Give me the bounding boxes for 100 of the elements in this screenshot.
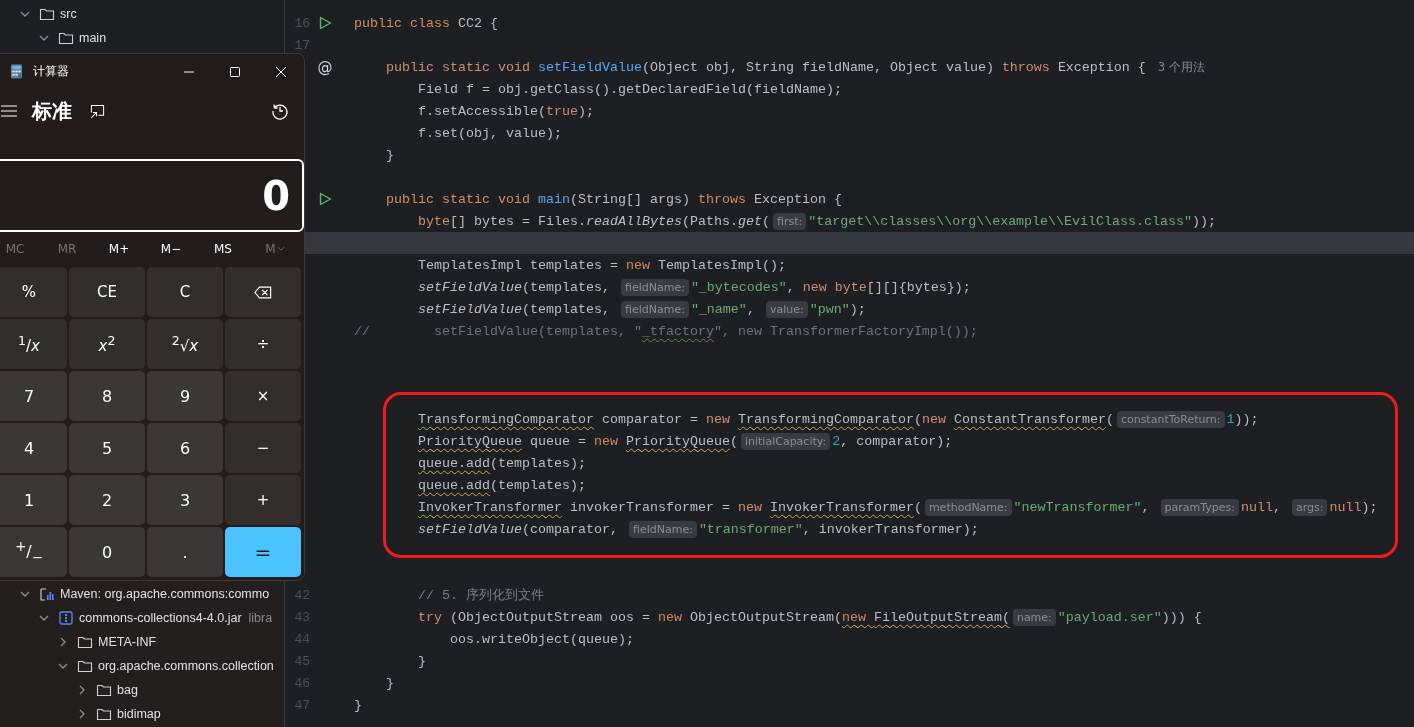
key-button[interactable]: 7 (0, 371, 67, 421)
usage-hint[interactable]: 3 个用法 (1157, 59, 1205, 75)
code-text: public static void setFieldValue(Object obj, String fieldName, Object value) throws Exception { (385, 59, 1146, 75)
parameter-hint: initialCapacity: (740, 432, 831, 450)
code-text: } (385, 147, 394, 163)
chevron-icon[interactable] (77, 709, 87, 719)
key-button[interactable]: $^{2}$√x (147, 319, 223, 369)
tree-label: src (60, 7, 77, 21)
key-button[interactable]: 8 (69, 371, 145, 421)
key-button[interactable]: ÷ (225, 319, 301, 369)
key-button[interactable]: 1 (0, 475, 67, 525)
key-button[interactable]: $^{1}$/x (0, 319, 67, 369)
code-text: "newTransformer", (1013, 499, 1151, 515)
code-text: "pwn"); (809, 301, 866, 317)
folder-icon (77, 634, 93, 650)
code-text: byte[] bytes = Files.readAllBytes(Paths.get( (417, 213, 770, 229)
key-button[interactable]: 0 (69, 527, 145, 577)
folder-icon (96, 682, 112, 698)
chevron-icon[interactable] (58, 637, 68, 647)
key-button[interactable]: C (147, 267, 223, 317)
code-text: f.setAccessible(true); (417, 103, 594, 119)
parameter-hint: methodName: (924, 498, 1012, 516)
code-text: queue.add(templates); (417, 477, 586, 493)
tree-label: bidimap (117, 707, 161, 721)
code-text: null, (1240, 499, 1282, 515)
code-text: // 5. 序列化到文件 (417, 587, 544, 604)
code-text: } (385, 675, 394, 691)
history-icon[interactable] (271, 102, 289, 120)
keep-on-top-icon[interactable] (90, 103, 105, 119)
tree-item[interactable]: bidimap (0, 702, 284, 726)
code-text: queue.add(templates); (417, 455, 586, 471)
tree-label: Maven: org.apache.commons:commo (60, 587, 270, 601)
gutter-mark[interactable]: @ (317, 58, 333, 76)
parameter-hint: constantToReturn: (1116, 410, 1225, 428)
key-button[interactable]: + (225, 475, 301, 525)
code-text: "_name", (690, 301, 756, 317)
parameter-hint: name: (1012, 608, 1056, 626)
memory-button[interactable]: MS (197, 241, 249, 256)
key-button[interactable]: % (0, 267, 67, 317)
key-button[interactable]: 4 (0, 423, 67, 473)
code-text: public class CC2 { (354, 15, 498, 31)
key-button[interactable]: 6 (147, 423, 223, 473)
chevron-icon[interactable] (77, 685, 87, 695)
parameter-hint: args: (1291, 498, 1328, 516)
tree-label: bag (117, 683, 138, 697)
key-button[interactable]: $^{+}$/$_{−}$ (0, 527, 67, 577)
tree-label: META-INF (98, 635, 157, 649)
key-button[interactable]: 2 (69, 475, 145, 525)
key-button[interactable]: . (147, 527, 223, 577)
chevron-icon[interactable] (58, 661, 68, 671)
parameter-hint: fieldName: (628, 520, 697, 538)
code-text: InvokerTransformer invokerTransformer = new InvokerTransformer( (417, 499, 922, 515)
key-button[interactable]: − (225, 423, 301, 473)
memory-button[interactable]: M− (145, 241, 197, 256)
tree-item[interactable]: org.apache.commons.collection (0, 654, 284, 678)
tree-item[interactable]: main (0, 26, 284, 50)
key-button[interactable]: CE (69, 267, 145, 317)
tree-item[interactable]: bag (0, 678, 284, 702)
key-button[interactable]: 9 (147, 371, 223, 421)
chevron-icon[interactable] (39, 33, 49, 43)
key-button[interactable]: x$^{2}$ (69, 319, 145, 369)
code-text: } (417, 653, 426, 669)
code-text: public static void main(String[] args) throws Exception { (385, 191, 842, 207)
tree-item[interactable]: META-INF (0, 630, 284, 654)
code-text: 1)); (1226, 411, 1259, 427)
code-text: "transformer", invokerTransformer); (698, 521, 979, 537)
code-text: } (354, 697, 362, 713)
chevron-icon[interactable] (20, 9, 30, 19)
chevron-icon[interactable] (20, 589, 30, 599)
mode-title: 标准 (32, 97, 72, 125)
code-text: oos.writeObject(queue); (449, 631, 634, 647)
key-button[interactable]: 5 (69, 423, 145, 473)
code-text: f.set(obj, value); (417, 125, 562, 141)
run-icon[interactable] (318, 192, 332, 206)
folder-icon (96, 706, 112, 722)
parameter-hint: paramTypes: (1160, 498, 1239, 516)
code-text: setFieldValue(templates, (417, 279, 611, 295)
tree-item[interactable]: src (0, 2, 284, 26)
run-icon[interactable] (318, 16, 332, 30)
maximize-icon (229, 65, 241, 78)
folder-icon (77, 658, 93, 674)
tree-note: libra (248, 611, 273, 625)
memory-button[interactable]: M+ (93, 241, 145, 256)
tree-item[interactable]: commons-collections4-4.0.jar libra (0, 606, 284, 630)
code-text: try (ObjectOutputStream oos = new ObjectOutputStream(new FileOutputStream( (417, 609, 1010, 625)
chevron-down-icon (276, 246, 285, 251)
key-button[interactable]: 3 (147, 475, 223, 525)
parameter-hint: first: (772, 212, 807, 230)
calculator-icon (10, 64, 23, 79)
tree-item[interactable]: Maven: org.apache.commons:commo (0, 582, 284, 606)
backspace-button[interactable] (225, 267, 301, 317)
key-button[interactable]: = (225, 527, 301, 577)
code-text: // setFieldValue(templates, "_tfactory", new TransformerFactoryImpl()); (354, 323, 978, 339)
menu-icon[interactable] (1, 105, 17, 117)
code-text: 2, comparator); (832, 433, 953, 449)
backspace-icon (254, 285, 272, 299)
code-text: setFieldValue(comparator, (417, 521, 619, 537)
chevron-icon[interactable] (39, 613, 49, 623)
key-button[interactable]: × (225, 371, 301, 421)
folder-icon (58, 30, 74, 46)
